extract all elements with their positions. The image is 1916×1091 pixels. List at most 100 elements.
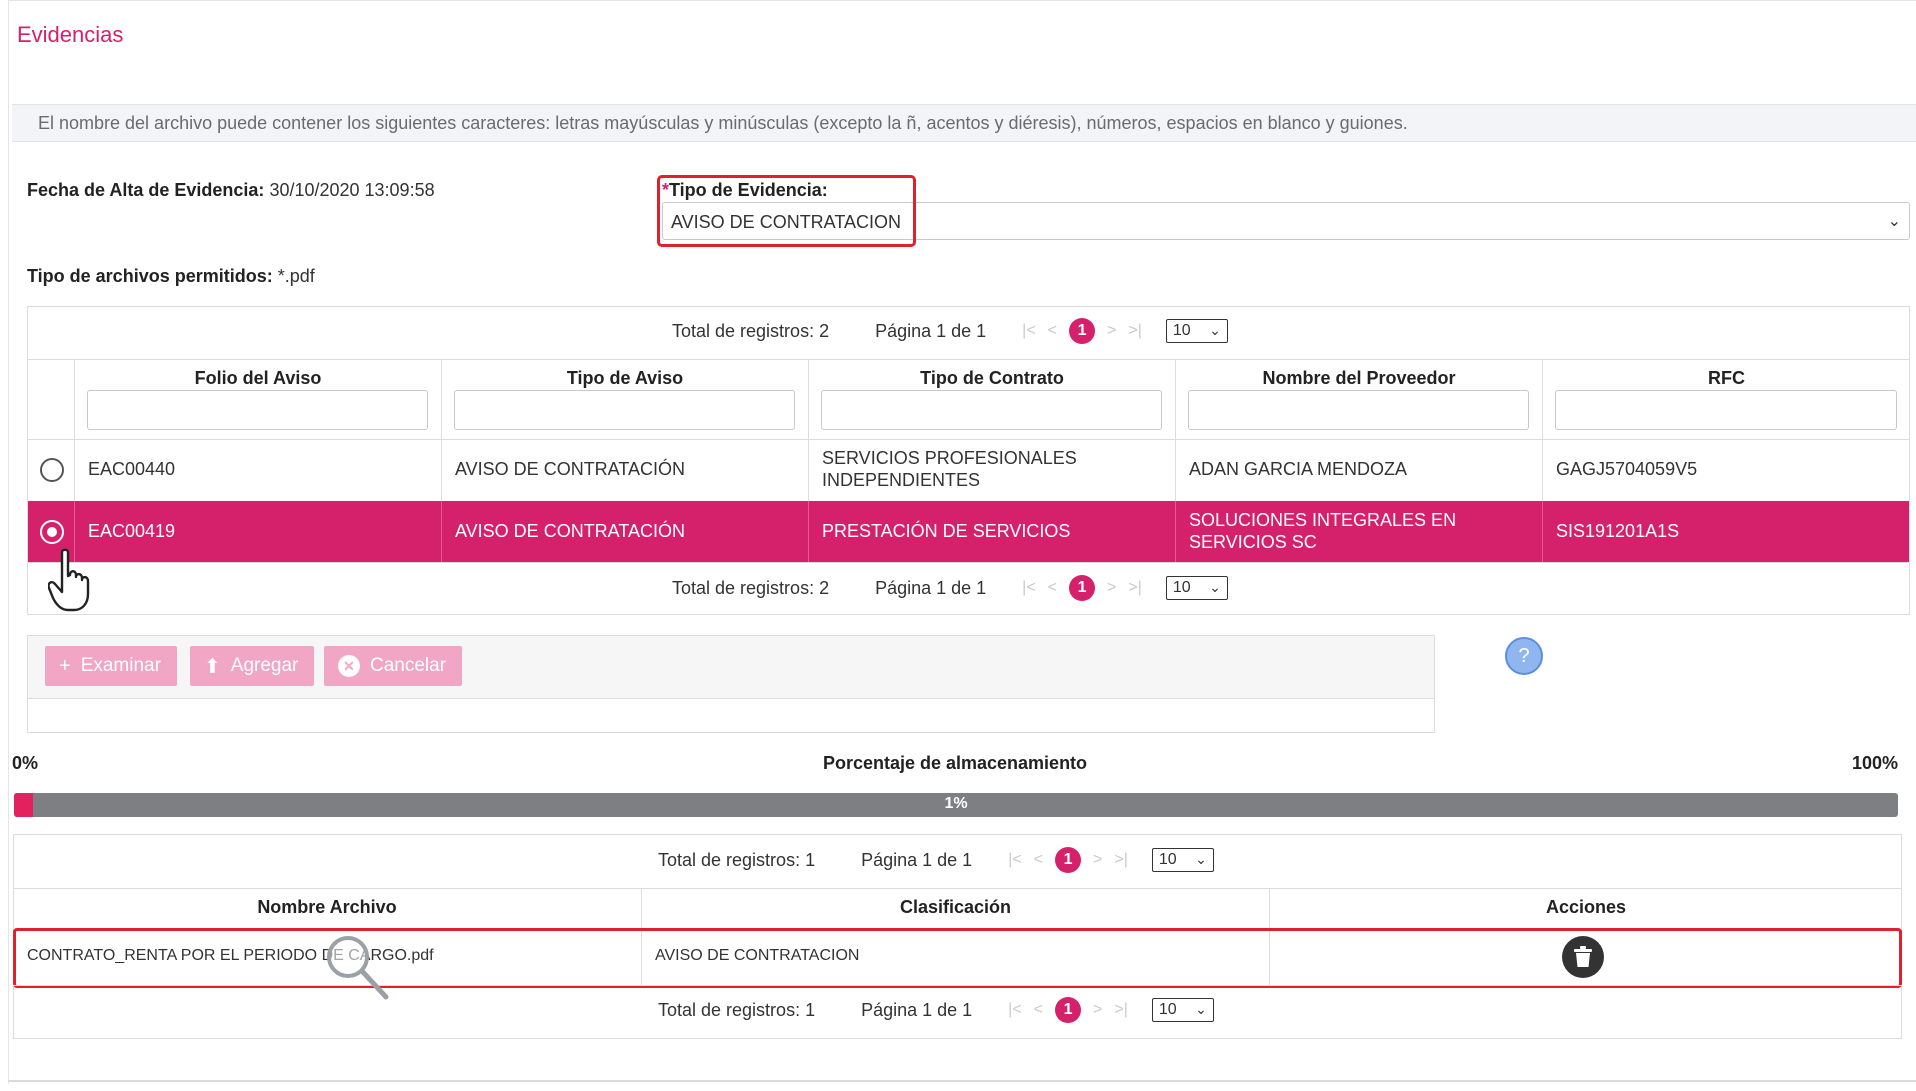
plus-icon: + <box>59 654 71 677</box>
cancel-label: Cancelar <box>370 655 447 676</box>
cell-rfc: GAGJ5704059V5 <box>1556 459 1698 479</box>
col-header-folio: Folio del Aviso <box>194 368 322 388</box>
chevron-down-icon: ⌄ <box>1209 579 1221 595</box>
page-size-select[interactable]: 10 ⌄ <box>1151 998 1214 1022</box>
cell-tipo-contrato: PRESTACIÓN DE SERVICIOS <box>822 521 1071 541</box>
pager-total: Total de registros: 1 <box>658 999 816 1020</box>
prev-page-icon[interactable]: < <box>1048 322 1057 340</box>
storage-max-label: 100% <box>1851 753 1898 773</box>
filter-rfc-input[interactable] <box>1555 390 1897 430</box>
chevron-down-icon: ⌄ <box>1209 322 1221 338</box>
page-size-select[interactable]: 10 ⌄ <box>1165 576 1228 600</box>
last-page-icon[interactable]: >| <box>1114 851 1128 869</box>
cell-tipo-aviso: AVISO DE CONTRATACIÓN <box>455 459 686 479</box>
prev-page-icon[interactable]: < <box>1034 1001 1043 1019</box>
filter-folio-input[interactable] <box>87 390 428 430</box>
cancel-button[interactable]: ✕ Cancelar <box>324 646 463 686</box>
first-page-icon[interactable]: |< <box>1022 322 1036 340</box>
cell-tipo-contrato: SERVICIOS PROFESIONALES INDEPENDIENTES <box>822 448 1077 490</box>
next-page-icon[interactable]: > <box>1107 322 1116 340</box>
cell-folio: EAC00419 <box>88 521 176 541</box>
close-circle-icon: ✕ <box>338 655 360 677</box>
page-size-select[interactable]: 10 ⌄ <box>1165 319 1228 343</box>
divider <box>1542 501 1543 562</box>
cell-folio: EAC00440 <box>88 459 176 479</box>
upload-icon: ⬆ <box>204 655 221 678</box>
filter-proveedor-input[interactable] <box>1188 390 1529 430</box>
divider <box>27 359 1910 360</box>
upload-file-list <box>27 698 1435 733</box>
next-page-icon[interactable]: > <box>1093 851 1102 869</box>
divider <box>808 501 809 562</box>
col-header-rfc: RFC <box>1708 368 1745 388</box>
first-page-icon[interactable]: |< <box>1022 579 1036 597</box>
question-icon: ? <box>1518 644 1530 667</box>
add-label: Agregar <box>230 655 299 676</box>
page-size-value: 10 <box>1172 322 1191 339</box>
hand-cursor-icon <box>48 548 90 612</box>
help-button[interactable]: ? <box>1505 637 1543 675</box>
avisos-pager-top: Total de registros: 2 Página 1 de 1 |< <… <box>672 306 1228 356</box>
pager-page: Página 1 de 1 <box>861 849 973 870</box>
tipos-permitidos: Tipo de archivos permitidos: *.pdf <box>27 266 315 287</box>
page-button-1[interactable]: 1 <box>1055 847 1082 873</box>
filename-rules-banner: El nombre del archivo puede contener los… <box>12 104 1916 142</box>
tipos-permitidos-label: Tipo de archivos permitidos: <box>27 266 273 286</box>
fecha-alta-value: 30/10/2020 13:09:58 <box>269 180 435 200</box>
cell-tipo-aviso: AVISO DE CONTRATACIÓN <box>455 521 686 541</box>
page-button-1[interactable]: 1 <box>1069 318 1096 344</box>
storage-progress-bar: 1% <box>14 793 1898 817</box>
last-page-icon[interactable]: >| <box>1128 322 1142 340</box>
filter-tipo-contrato-input[interactable] <box>821 390 1162 430</box>
page-button-1[interactable]: 1 <box>1069 575 1096 601</box>
fecha-alta-label: Fecha de Alta de Evidencia: <box>27 180 265 200</box>
divider <box>27 439 1910 440</box>
pager-page: Página 1 de 1 <box>875 320 987 341</box>
last-page-icon[interactable]: >| <box>1114 1001 1128 1019</box>
col-header-acciones: Acciones <box>1545 897 1627 917</box>
prev-page-icon[interactable]: < <box>1034 851 1043 869</box>
next-page-icon[interactable]: > <box>1093 1001 1102 1019</box>
pager-total: Total de registros: 2 <box>672 320 830 341</box>
section-title: Evidencias <box>17 22 124 47</box>
row-radio-selected[interactable] <box>40 520 64 544</box>
filter-tipo-aviso-input[interactable] <box>454 390 795 430</box>
storage-progress-text: 1% <box>944 795 968 812</box>
chevron-down-icon: ⌄ <box>1195 851 1207 867</box>
magnifier-icon <box>327 936 389 1000</box>
tipos-permitidos-value: *.pdf <box>277 266 315 286</box>
storage-min-label: 0% <box>12 753 39 773</box>
pager-page: Página 1 de 1 <box>861 999 973 1020</box>
cell-proveedor: SOLUCIONES INTEGRALES EN SERVICIOS SC <box>1189 510 1457 552</box>
storage-progress-fill <box>14 793 33 817</box>
browse-label: Examinar <box>80 655 161 676</box>
files-pager-bottom: Total de registros: 1 Página 1 de 1 |< <… <box>658 985 1214 1035</box>
divider <box>13 888 1902 889</box>
next-page-icon[interactable]: > <box>1107 579 1116 597</box>
browse-button[interactable]: + Examinar <box>45 646 177 686</box>
chevron-down-icon: ⌄ <box>1195 1001 1207 1017</box>
first-page-icon[interactable]: |< <box>1008 1001 1022 1019</box>
avisos-pager-bottom: Total de registros: 2 Página 1 de 1 |< <… <box>672 563 1228 613</box>
col-header-proveedor: Nombre del Proveedor <box>1262 368 1456 388</box>
divider <box>1175 501 1176 562</box>
row-radio[interactable] <box>40 458 64 482</box>
storage-title: Porcentaje de almacenamiento <box>822 753 1088 773</box>
divider <box>441 501 442 562</box>
tipo-evidencia-highlight <box>657 175 916 247</box>
fecha-alta: Fecha de Alta de Evidencia: 30/10/2020 1… <box>27 180 435 201</box>
page-button-1[interactable]: 1 <box>1055 997 1082 1023</box>
col-header-tipo-contrato: Tipo de Contrato <box>920 368 1064 388</box>
cell-proveedor: ADAN GARCIA MENDOZA <box>1189 459 1408 479</box>
page-size-value: 10 <box>1158 851 1177 868</box>
pager-total: Total de registros: 1 <box>658 849 816 870</box>
page-size-value: 10 <box>1158 1001 1177 1018</box>
last-page-icon[interactable]: >| <box>1128 579 1142 597</box>
page-size-select[interactable]: 10 ⌄ <box>1151 848 1214 872</box>
col-header-nombre-archivo: Nombre Archivo <box>257 897 397 917</box>
add-button[interactable]: ⬆ Agregar <box>190 646 315 686</box>
prev-page-icon[interactable]: < <box>1048 579 1057 597</box>
col-header-tipo-aviso: Tipo de Aviso <box>566 368 684 388</box>
pager-total: Total de registros: 2 <box>672 577 830 598</box>
first-page-icon[interactable]: |< <box>1008 851 1022 869</box>
